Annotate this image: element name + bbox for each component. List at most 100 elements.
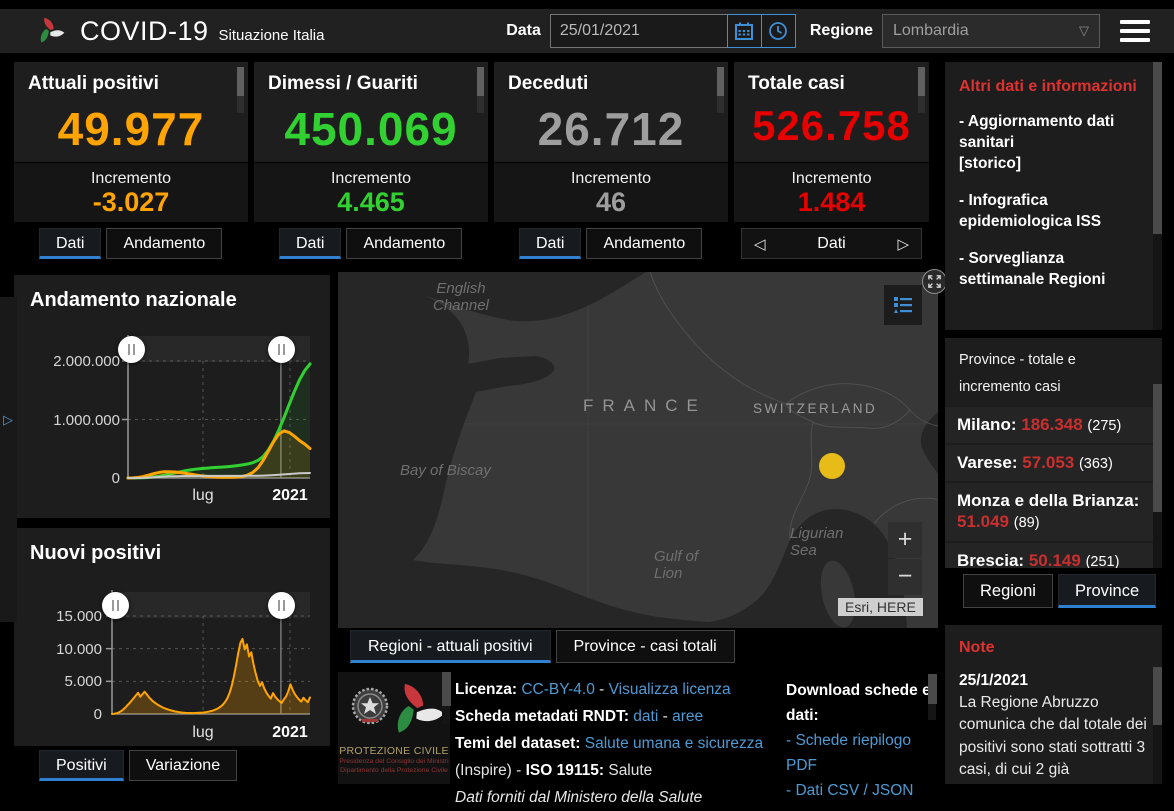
- tab-province-casi-totali[interactable]: Province - casi totali: [555, 630, 735, 663]
- increment-label: Incremento: [90, 170, 172, 187]
- expand-panel-arrow[interactable]: ▷: [3, 412, 13, 428]
- card-totale-casi: Totale casi 526.758 Incremento 1.484: [734, 62, 929, 222]
- org-subtitle-1: Presidenza del Consiglio dei Ministri: [339, 758, 449, 765]
- tab-andamento[interactable]: Andamento: [346, 228, 463, 259]
- time-slider-handle-right[interactable]: [268, 336, 295, 363]
- province-name: Milano:: [957, 414, 1017, 434]
- date-input[interactable]: 25/01/2021: [549, 14, 728, 48]
- time-slider-handle-left[interactable]: [102, 592, 129, 619]
- tab-dati[interactable]: Dati: [279, 228, 342, 259]
- menu-button[interactable]: [1120, 20, 1150, 42]
- metadata-line: Scheda metadati RNDT: dati - aree: [455, 708, 704, 725]
- scrollbar[interactable]: [442, 672, 451, 724]
- card-title: Totale casi: [748, 73, 845, 94]
- license-view-link[interactable]: Visualizza licenza: [609, 681, 731, 698]
- tab-dati[interactable]: Dati: [39, 228, 102, 259]
- note-text: La Regione Abruzzo comunica che dal tota…: [959, 694, 1147, 779]
- download-csv-json-link[interactable]: - Dati CSV / JSON: [786, 778, 932, 803]
- province-row: Varese: 57.053 (363): [945, 444, 1153, 482]
- top-bar: COVID-19 Situazione Italia Data 25/01/20…: [0, 9, 1174, 53]
- region-select[interactable]: Lombardia ▽: [882, 14, 1100, 48]
- province-increment: (89): [1013, 515, 1040, 532]
- expand-arrows-icon: [928, 275, 941, 288]
- time-slider-handle-right[interactable]: [268, 592, 295, 619]
- x-tick: 2021: [272, 724, 308, 741]
- map-attribution: Esri, HERE: [838, 598, 923, 616]
- tab-dati[interactable]: Dati: [519, 228, 582, 259]
- y-tick: 5.000: [64, 673, 102, 690]
- footer-license-block: Licenza: CC-BY-4.0 - Visualizza licenza …: [455, 676, 777, 811]
- x-tick: 2021: [272, 487, 308, 504]
- next-arrow-icon[interactable]: ▷: [897, 235, 909, 253]
- region-select-value: Lombardia: [893, 22, 969, 39]
- license-link[interactable]: CC-BY-4.0: [521, 681, 595, 698]
- date-label: Data: [506, 22, 541, 39]
- link-aggiornamento-dati-sanitari[interactable]: - Aggiornamento dati sanitari [storico]: [959, 112, 1146, 175]
- scrollbar[interactable]: [1153, 384, 1162, 568]
- tab-positivi[interactable]: Positivi: [39, 750, 124, 781]
- metadata-aree-link[interactable]: aree: [672, 708, 703, 725]
- org-title: PROTEZIONE CIVILE: [339, 745, 449, 757]
- map-label-english-channel: English Channel: [433, 280, 489, 314]
- province-row: Milano: 186.348 (275): [945, 406, 1153, 443]
- scrollbar[interactable]: [1153, 667, 1162, 784]
- province-increment: (363): [1078, 455, 1113, 472]
- scrollbar[interactable]: [928, 674, 937, 720]
- increment-value: 46: [595, 187, 627, 217]
- license-line: Licenza: CC-BY-4.0 - Visualizza licenza: [455, 681, 731, 698]
- link-infografica-iss[interactable]: - Infografica epidemiologica ISS: [959, 191, 1146, 233]
- map-legend-button[interactable]: [884, 285, 922, 325]
- province-name: Brescia:: [957, 550, 1025, 568]
- data-source-note: Dati forniti dal Ministero della Salute: [455, 789, 703, 806]
- province-increment: (251): [1085, 553, 1120, 568]
- tab-regioni-attuali-positivi[interactable]: Regioni - attuali positivi: [350, 630, 551, 663]
- increment-label: Incremento: [330, 170, 412, 187]
- x-tick: lug: [192, 487, 214, 504]
- tab-andamento[interactable]: Andamento: [586, 228, 703, 259]
- map-label-switzerland: SWITZERLAND: [753, 401, 878, 416]
- map-canvas: [338, 272, 938, 628]
- province-increment: (275): [1087, 417, 1122, 434]
- tab-province[interactable]: Province: [1057, 574, 1157, 608]
- footer-download-block: Download schede e dati: - Schede riepilo…: [786, 678, 932, 803]
- tab-andamento[interactable]: Andamento: [106, 228, 223, 259]
- clock-icon: [769, 22, 788, 40]
- prev-arrow-icon[interactable]: ◁: [754, 235, 766, 253]
- province-total: 51.049: [957, 512, 1009, 532]
- zoom-out-button[interactable]: −: [888, 559, 922, 595]
- map-expand-button[interactable]: [922, 269, 947, 294]
- metadata-dati-link[interactable]: dati: [633, 708, 658, 725]
- iso-label: ISO 19115:: [525, 762, 605, 779]
- map-label-ligurian-sea: Ligurian Sea: [790, 525, 844, 559]
- province-total: 57.053: [1022, 452, 1075, 472]
- note-date: 25/1/2021: [959, 672, 1028, 689]
- map-zoom-controls: + −: [888, 522, 922, 595]
- province-row: Brescia: 50.149 (251): [945, 542, 1153, 568]
- time-slider-handle-left[interactable]: [118, 336, 145, 363]
- iso-line: (Inspire) - ISO 19115: Salute: [455, 762, 653, 779]
- card-value: 450.069: [284, 103, 458, 155]
- province-total: 186.348: [1021, 414, 1083, 434]
- section-title: Note: [959, 639, 995, 656]
- map[interactable]: English Channel FRANCE SWITZERLAND Bay o…: [338, 272, 938, 628]
- zoom-in-button[interactable]: +: [888, 522, 922, 558]
- tab-regioni[interactable]: Regioni: [963, 574, 1053, 608]
- download-pdf-link[interactable]: - Schede riepilogo PDF: [786, 728, 932, 778]
- tab-dati[interactable]: Dati: [817, 235, 845, 253]
- calendar-button[interactable]: [726, 14, 762, 48]
- card-value: 26.712: [537, 103, 685, 155]
- map-label-bay-of-biscay: Bay of Biscay: [400, 462, 491, 479]
- tab-variazione[interactable]: Variazione: [128, 750, 238, 781]
- license-label: Licenza:: [455, 681, 518, 698]
- scrollbar[interactable]: [1153, 62, 1162, 330]
- card-title: Deceduti: [508, 73, 589, 94]
- footer-logo-panel: PROTEZIONE CIVILE Presidenza del Consigl…: [338, 672, 451, 784]
- time-button[interactable]: [760, 14, 796, 48]
- link-sorveglianza-regioni[interactable]: - Sorveglianza settimanale Regioni: [959, 249, 1146, 291]
- temi-line: Temi del dataset: Salute umana e sicurez…: [455, 730, 777, 757]
- region-marker-lombardia[interactable]: [819, 453, 845, 479]
- panel-andamento-nazionale: Andamento nazionale 2.000.000 1.000.000 …: [14, 275, 330, 518]
- increment-label: Incremento: [570, 170, 652, 187]
- protezione-civile-emblem-icon: [351, 683, 445, 733]
- temi-link[interactable]: Salute umana e sicurezza: [585, 735, 763, 752]
